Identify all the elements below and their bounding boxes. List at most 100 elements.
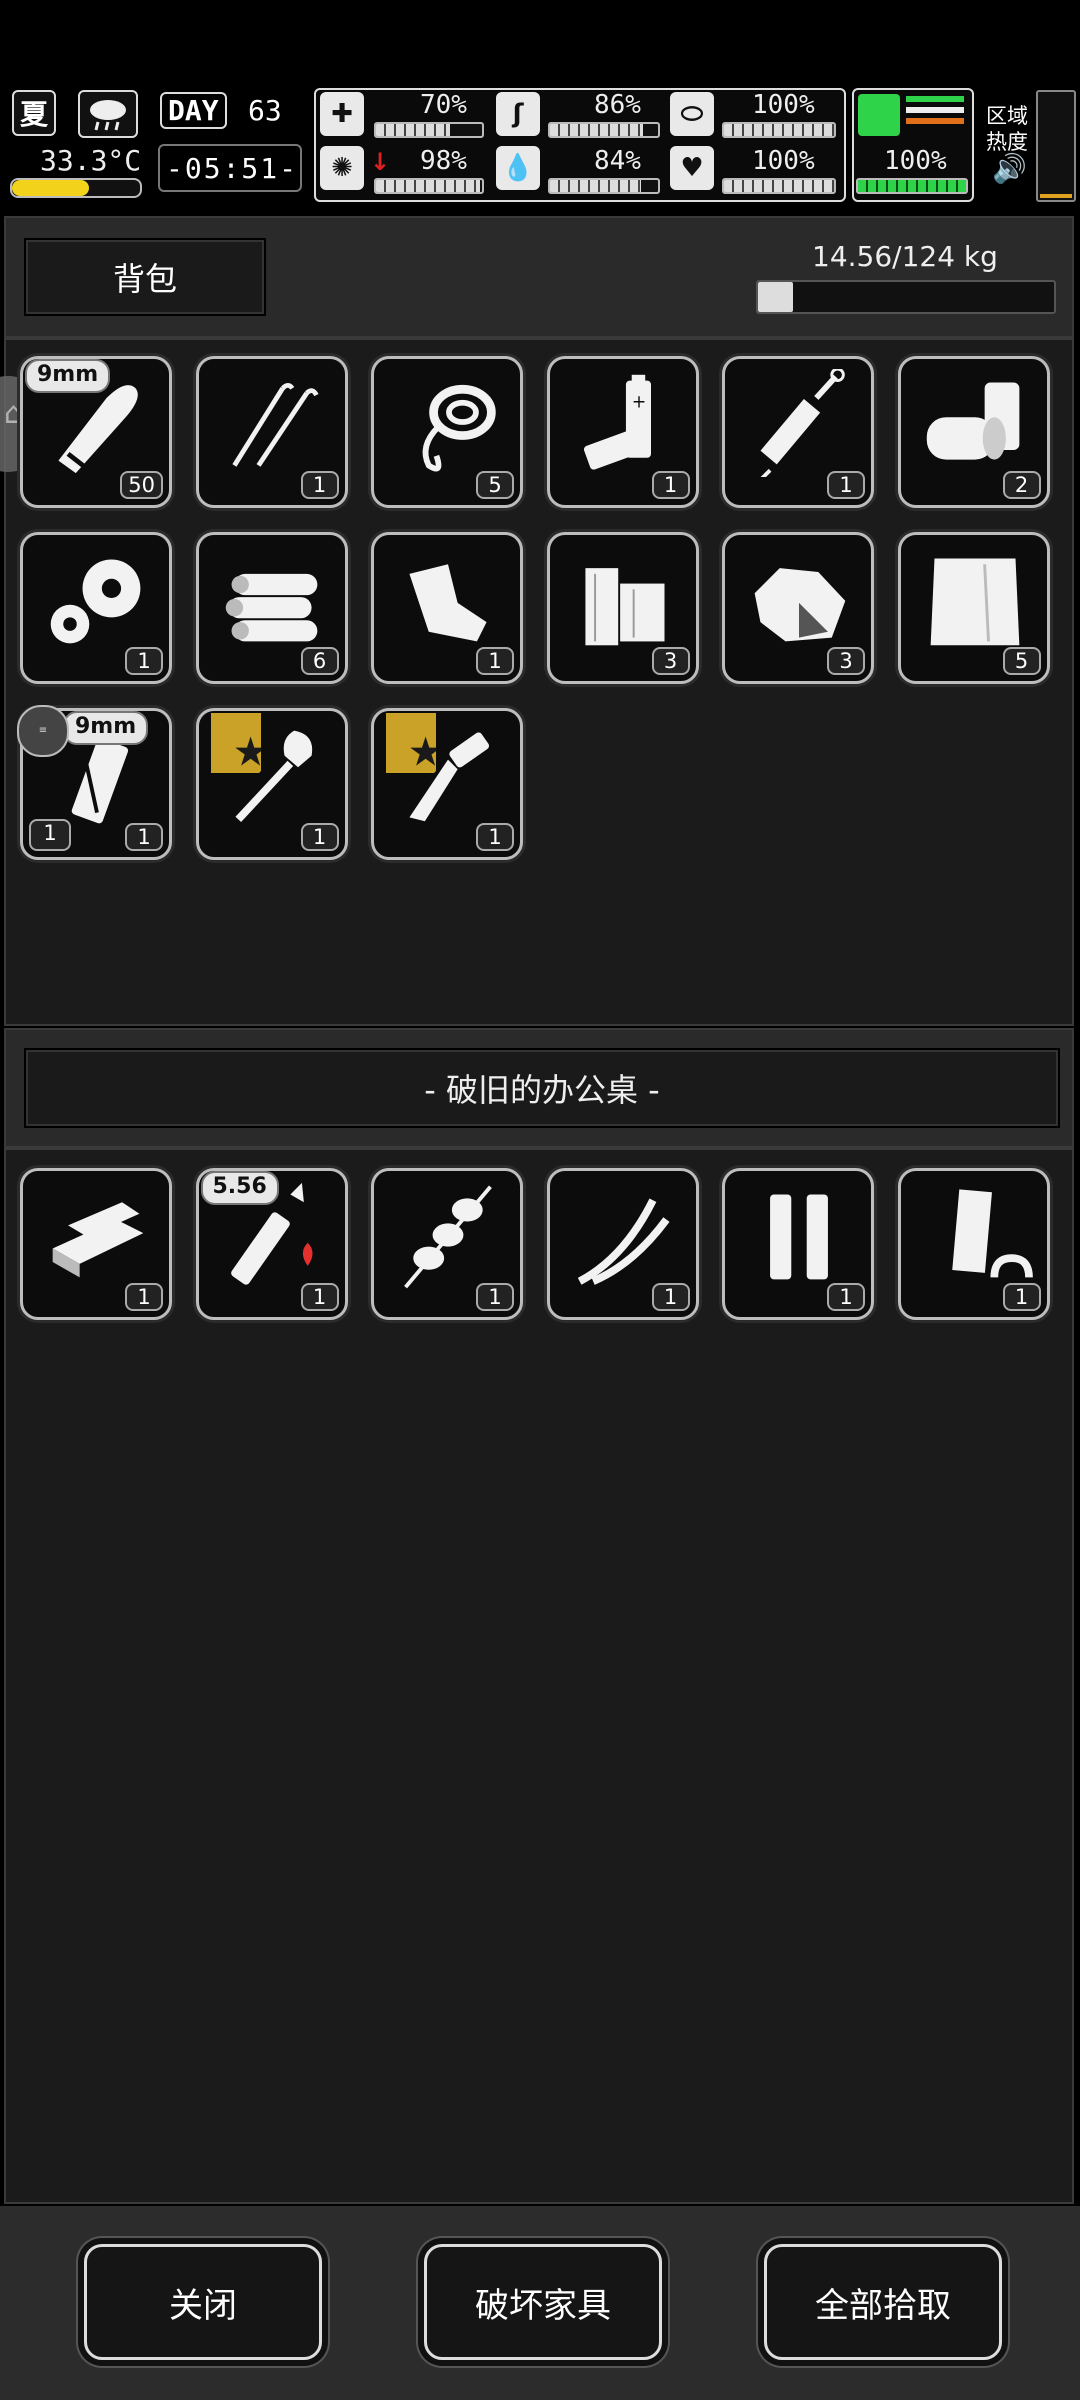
attachment-gear-icon: ≡	[17, 705, 69, 757]
metal-bars-icon	[52, 1202, 144, 1278]
container-title: - 破旧的办公桌 -	[424, 1071, 660, 1109]
heart-bar-fill	[724, 180, 834, 192]
item-slot[interactable]: 1	[722, 1168, 874, 1320]
clock-time: -05:51-	[166, 152, 299, 185]
thirst-bar-fill	[550, 180, 641, 192]
ammo-caliber-tag: 9mm	[63, 711, 149, 745]
destroy-furniture-button[interactable]: 破坏家具	[424, 2244, 662, 2360]
heart-value: 100%	[752, 146, 815, 176]
weight-readout: 14.56/124 kg	[812, 240, 998, 273]
item-slot[interactable]: 1	[20, 532, 172, 684]
mood-bar-fill	[376, 180, 480, 192]
item-count: 1	[125, 823, 163, 851]
item-slot[interactable]: 2	[897, 356, 1050, 508]
item-slot[interactable]: 5.56 1	[195, 1168, 348, 1320]
container-title-bar: - 破旧的办公桌 -	[24, 1048, 1060, 1128]
item-slot[interactable]: 3	[546, 532, 699, 684]
destroy-furniture-label: 破坏家具	[475, 2285, 611, 2326]
svg-text:+: +	[631, 393, 646, 413]
shell-casings-icon	[770, 1194, 828, 1280]
rope-icon	[422, 384, 496, 472]
hunger-bar	[548, 122, 660, 138]
logs-icon	[225, 573, 317, 642]
scrap-icon	[409, 564, 487, 642]
health-value: 70%	[420, 90, 467, 120]
meat-skewer-icon	[404, 1185, 492, 1289]
season-indicator: 夏	[12, 90, 56, 136]
thirst-bar	[548, 178, 660, 194]
day-counter: DAY 63	[158, 90, 294, 132]
health-bar-fill	[376, 124, 451, 136]
gears-icon	[50, 559, 141, 644]
item-count: 1	[125, 647, 163, 675]
boot-icon	[858, 94, 900, 136]
item-count: 1	[651, 1283, 690, 1311]
thermometer-icon	[10, 178, 142, 198]
item-count: 2	[1002, 471, 1041, 499]
item-slot[interactable]: 6	[195, 532, 348, 684]
brain-icon: ✺	[320, 146, 364, 190]
ammo-caliber-tag: 5.56	[200, 1171, 279, 1205]
item-slot[interactable]: ★ 1	[371, 708, 523, 860]
star-badge-icon: ★	[366, 703, 436, 773]
item-slot[interactable]: 1	[195, 356, 348, 508]
day-label: DAY	[160, 92, 227, 129]
speaker-icon[interactable]: 🔊	[992, 152, 1027, 185]
item-slot[interactable]: 1	[371, 532, 523, 684]
season-label: 夏	[19, 98, 48, 131]
take-all-button[interactable]: 全部拾取	[764, 2244, 1002, 2360]
item-count: 1	[827, 471, 865, 499]
status-hud: 夏 33.3°C DAY 63 -05:51- ✚ 70% ʃ 86% ⬭ 10…	[0, 86, 1080, 204]
take-all-label: 全部拾取	[815, 2285, 951, 2326]
item-slot[interactable]: 9mm 50	[20, 356, 172, 508]
item-count: 1	[125, 1283, 163, 1311]
item-count: 1	[827, 1283, 865, 1311]
thirst-value: 84%	[594, 146, 641, 176]
item-slot[interactable]: 1	[20, 1168, 172, 1320]
day-number: 63	[248, 94, 282, 127]
item-slot[interactable]: ★ 1	[195, 708, 348, 860]
item-slot[interactable]: +1	[546, 356, 699, 508]
backpack-title: 背包	[112, 260, 177, 298]
zone-heat-meter	[1036, 90, 1076, 202]
item-slot[interactable]: 1	[371, 1168, 523, 1320]
stamina-bar-fill	[858, 180, 966, 192]
backpack-tab[interactable]: 背包	[24, 238, 266, 316]
down-arrow-icon: ↓	[370, 148, 391, 176]
item-slot[interactable]: 1	[722, 356, 874, 508]
water-drop-icon: 💧	[496, 146, 540, 190]
heart-icon: ♥	[670, 146, 714, 190]
item-count: 1	[1002, 1283, 1041, 1311]
mood-value: 98%	[420, 146, 467, 176]
stomach-icon: ʃ	[496, 92, 540, 136]
item-slot[interactable]: 1	[897, 1168, 1050, 1320]
item-slot[interactable]: 1	[546, 1168, 699, 1320]
item-count: 1	[300, 471, 339, 499]
svg-text:★: ★	[232, 729, 260, 773]
item-ammo-count: 1	[29, 819, 71, 851]
item-count: 50	[120, 471, 163, 499]
lockpick-icon	[231, 383, 319, 467]
stamina-bar	[856, 178, 968, 194]
item-count: 3	[827, 647, 865, 675]
item-slot[interactable]: 9mm ≡ 1 1	[17, 705, 172, 860]
clock-display: -05:51-	[158, 144, 302, 192]
item-slot[interactable]: 5	[371, 356, 523, 508]
battery-icon: +	[583, 374, 651, 470]
hunger-bar-fill	[550, 124, 643, 136]
svg-text:★: ★	[408, 729, 436, 773]
close-button[interactable]: 关闭	[84, 2244, 322, 2360]
medkit-icon: ✚	[320, 92, 364, 136]
hunger-value: 86%	[594, 90, 641, 120]
cloth-icon	[930, 558, 1019, 646]
item-slot[interactable]: 5	[897, 532, 1050, 684]
item-count: 1	[300, 823, 339, 851]
item-slot[interactable]: 3	[722, 532, 874, 684]
mood-bar	[374, 178, 484, 194]
stamina-value: 100%	[884, 146, 947, 176]
pill-icon: ⬭	[670, 92, 714, 136]
weight-bar-fill	[758, 282, 793, 312]
item-count: 1	[476, 1283, 514, 1311]
energy-value: 100%	[752, 90, 815, 120]
ammo-caliber-tag: 9mm	[25, 359, 111, 393]
